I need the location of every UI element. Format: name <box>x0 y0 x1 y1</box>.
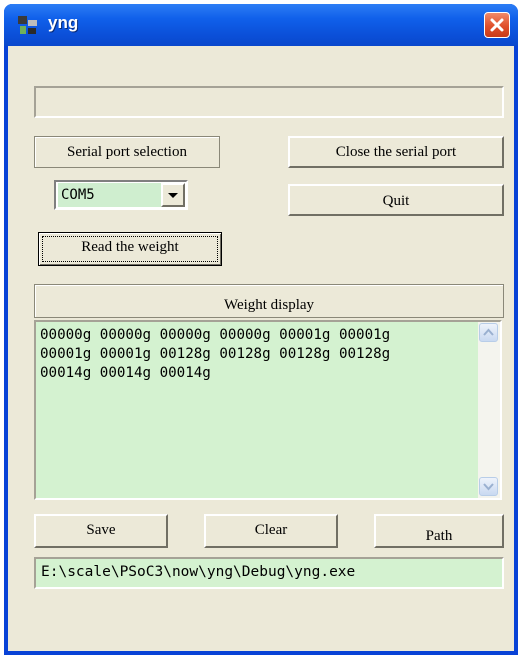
dropdown-button[interactable] <box>161 183 185 207</box>
clear-button[interactable]: Clear <box>204 514 338 548</box>
chevron-down-icon <box>168 193 178 198</box>
close-serial-port-button[interactable]: Close the serial port <box>288 136 504 168</box>
weight-readings-list[interactable]: 00000g 00000g 00000g 00000g 00001g 00001… <box>34 320 502 500</box>
quit-button[interactable]: Quit <box>288 184 504 216</box>
save-button[interactable]: Save <box>34 514 168 548</box>
scale-icon <box>18 16 37 34</box>
app-window: yng Serial port selection Close the seri… <box>4 4 518 655</box>
scroll-down-button[interactable] <box>479 477 498 496</box>
scroll-down-icon <box>483 483 494 491</box>
close-icon <box>490 18 504 32</box>
status-field <box>34 86 504 118</box>
serial-port-selection-label: Serial port selection <box>34 136 220 168</box>
title-bar[interactable]: yng <box>4 4 518 46</box>
port-select[interactable]: COM5 <box>54 180 188 210</box>
port-select-value: COM5 <box>58 183 163 207</box>
read-weight-button[interactable]: Read the weight <box>38 232 222 266</box>
exe-path-field[interactable]: E:\scale\PSoC3\now\yng\Debug\yng.exe <box>34 557 504 589</box>
weight-readings-text: 00000g 00000g 00000g 00000g 00001g 00001… <box>40 327 391 381</box>
window-title: yng <box>48 13 79 32</box>
scroll-up-icon <box>483 328 494 336</box>
vertical-scrollbar[interactable] <box>478 322 500 498</box>
path-button[interactable]: Path <box>374 514 504 548</box>
weight-display-label: Weight display <box>34 284 504 318</box>
dialog-body: Serial port selection Close the serial p… <box>8 46 514 651</box>
close-button[interactable] <box>484 12 510 38</box>
scroll-up-button[interactable] <box>479 323 498 342</box>
